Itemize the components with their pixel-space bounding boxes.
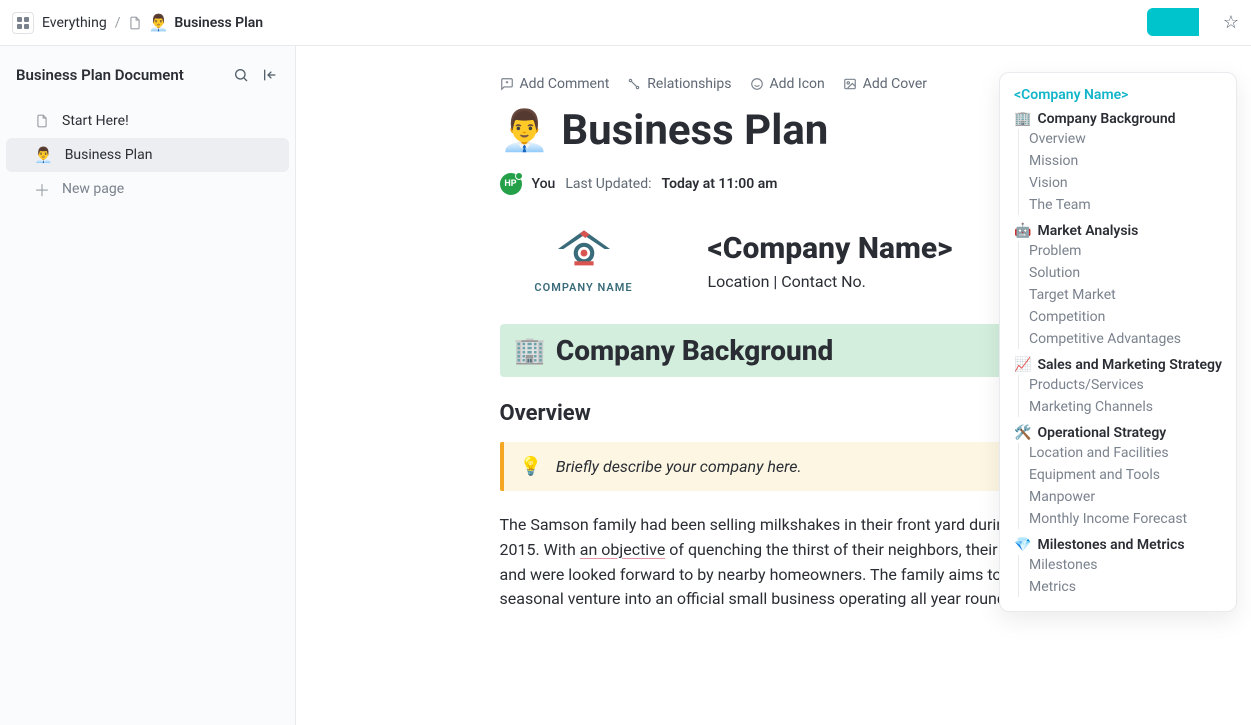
author-name: You bbox=[532, 176, 556, 192]
toc-active[interactable]: <Company Name> bbox=[1014, 87, 1222, 103]
toc-item[interactable]: Target Market bbox=[1029, 287, 1222, 303]
toc-item[interactable]: The Team bbox=[1029, 197, 1222, 213]
search-icon[interactable] bbox=[233, 67, 249, 83]
sidebar-item-new-page[interactable]: ＋ New page bbox=[6, 172, 289, 206]
toc-section-title: Operational Strategy bbox=[1037, 425, 1166, 441]
toc-section[interactable]: 💎 Milestones and Metrics bbox=[1014, 537, 1222, 553]
document-icon bbox=[34, 114, 50, 128]
relationships-button[interactable]: Relationships bbox=[627, 76, 731, 92]
comment-icon bbox=[500, 77, 514, 91]
section-title: Company Background bbox=[556, 334, 833, 367]
toc-section-title: Sales and Marketing Strategy bbox=[1037, 357, 1222, 373]
toc-section-title: Market Analysis bbox=[1037, 223, 1138, 239]
toc-subitems: Overview Mission Vision The Team bbox=[1018, 129, 1222, 215]
sidebar-item-business-plan[interactable]: 👨‍💼 Business Plan bbox=[6, 138, 289, 172]
toc-item[interactable]: Products/Services bbox=[1029, 377, 1222, 393]
sidebar-item-emoji: 👨‍💼 bbox=[34, 146, 53, 164]
document-icon bbox=[128, 16, 142, 30]
collapse-sidebar-icon[interactable] bbox=[261, 67, 279, 83]
section-emoji: 🏢 bbox=[514, 336, 546, 366]
toc-section[interactable]: 🏢 Company Background bbox=[1014, 111, 1222, 127]
company-logo: COMPANY NAME bbox=[500, 227, 668, 294]
updated-label: Last Updated: bbox=[565, 176, 651, 192]
toc-item[interactable]: Monthly Income Forecast bbox=[1029, 511, 1222, 527]
sidebar-item-start-here[interactable]: Start Here! bbox=[6, 104, 289, 138]
toc-item[interactable]: Marketing Channels bbox=[1029, 399, 1222, 415]
logo-label: COMPANY NAME bbox=[534, 281, 632, 294]
image-icon bbox=[843, 77, 857, 91]
toc-section-title: Milestones and Metrics bbox=[1037, 537, 1184, 553]
toc-section[interactable]: 🛠️ Operational Strategy bbox=[1014, 425, 1222, 441]
add-comment-button[interactable]: Add Comment bbox=[500, 76, 610, 92]
toc-section-title: Company Background bbox=[1037, 111, 1175, 127]
toc-section-emoji: 🤖 bbox=[1014, 223, 1031, 239]
sidebar-item-label: New page bbox=[62, 181, 124, 197]
sidebar: Business Plan Document Start Here! 👨‍💼 B… bbox=[0, 46, 296, 725]
toolbar-label: Relationships bbox=[647, 76, 731, 92]
toc-section[interactable]: 🤖 Market Analysis bbox=[1014, 223, 1222, 239]
toc-item[interactable]: Competitive Advantages bbox=[1029, 331, 1222, 347]
toc-section-emoji: 🏢 bbox=[1014, 111, 1031, 127]
toc-section-emoji: 💎 bbox=[1014, 537, 1031, 553]
page-title-text[interactable]: Business Plan bbox=[561, 106, 828, 155]
toc-section[interactable]: 📈 Sales and Marketing Strategy bbox=[1014, 357, 1222, 373]
toc-item[interactable]: Manpower bbox=[1029, 489, 1222, 505]
toolbar-label: Add Comment bbox=[520, 76, 610, 92]
toc-panel: <Company Name> 🏢 Company Background Overvi… bbox=[999, 72, 1237, 612]
toc-item[interactable]: Milestones bbox=[1029, 557, 1222, 573]
lightbulb-icon: 💡 bbox=[520, 456, 542, 477]
add-cover-button[interactable]: Add Cover bbox=[843, 76, 927, 92]
paragraph-underlined: an objective bbox=[580, 540, 666, 559]
breadcrumb-emoji: 👨‍💼 bbox=[148, 13, 168, 32]
toc-subitems: Location and Facilities Equipment and Too… bbox=[1018, 443, 1222, 529]
add-icon-button[interactable]: Add Icon bbox=[750, 76, 825, 92]
toc-item[interactable]: Competition bbox=[1029, 309, 1222, 325]
toc-section-emoji: 📈 bbox=[1014, 357, 1031, 373]
toc-item[interactable]: Overview bbox=[1029, 131, 1222, 147]
toc-subitems: Problem Solution Target Market Competition C… bbox=[1018, 241, 1222, 349]
sidebar-title: Business Plan Document bbox=[16, 66, 221, 84]
toc-item[interactable]: Solution bbox=[1029, 265, 1222, 281]
toc-item[interactable]: Problem bbox=[1029, 243, 1222, 259]
sidebar-list: Start Here! 👨‍💼 Business Plan ＋ New page bbox=[0, 98, 295, 212]
toc-item[interactable]: Metrics bbox=[1029, 579, 1222, 595]
toc-subitems: Milestones Metrics bbox=[1018, 555, 1222, 597]
relationships-icon bbox=[627, 77, 641, 91]
page-emoji[interactable]: 👨‍💼 bbox=[500, 107, 550, 154]
toc-section-emoji: 🛠️ bbox=[1014, 425, 1031, 441]
upgrade-pill[interactable] bbox=[1147, 8, 1199, 36]
sidebar-item-label: Business Plan bbox=[65, 147, 153, 163]
toc-item[interactable]: Equipment and Tools bbox=[1029, 467, 1222, 483]
toolbar-label: Add Icon bbox=[770, 76, 825, 92]
breadcrumb-separator: / bbox=[115, 15, 121, 31]
company-name[interactable]: <Company Name> bbox=[708, 231, 953, 266]
grid-icon[interactable] bbox=[12, 12, 34, 34]
toc-item[interactable]: Vision bbox=[1029, 175, 1222, 191]
breadcrumb-root[interactable]: Everything bbox=[42, 15, 107, 31]
sidebar-item-label: Start Here! bbox=[62, 113, 129, 129]
toc-subitems: Products/Services Marketing Channels bbox=[1018, 375, 1222, 417]
breadcrumb-title: Business Plan bbox=[174, 15, 263, 31]
breadcrumb-doc[interactable]: 👨‍💼 Business Plan bbox=[128, 13, 263, 32]
callout-text: Briefly describe your company here. bbox=[556, 457, 802, 476]
company-sub[interactable]: Location | Contact No. bbox=[708, 272, 953, 291]
star-icon[interactable]: ☆ bbox=[1223, 12, 1239, 33]
toolbar-label: Add Cover bbox=[863, 76, 927, 92]
main: Add Comment Relationships Add Icon bbox=[296, 46, 1251, 725]
toc-item[interactable]: Location and Facilities bbox=[1029, 445, 1222, 461]
updated-value: Today at 11:00 am bbox=[662, 176, 778, 192]
avatar[interactable]: HP bbox=[500, 173, 522, 195]
topbar: Everything / 👨‍💼 Business Plan ☆ bbox=[0, 0, 1251, 46]
smile-icon bbox=[750, 77, 764, 91]
plus-icon: ＋ bbox=[34, 177, 50, 201]
toc-item[interactable]: Mission bbox=[1029, 153, 1222, 169]
